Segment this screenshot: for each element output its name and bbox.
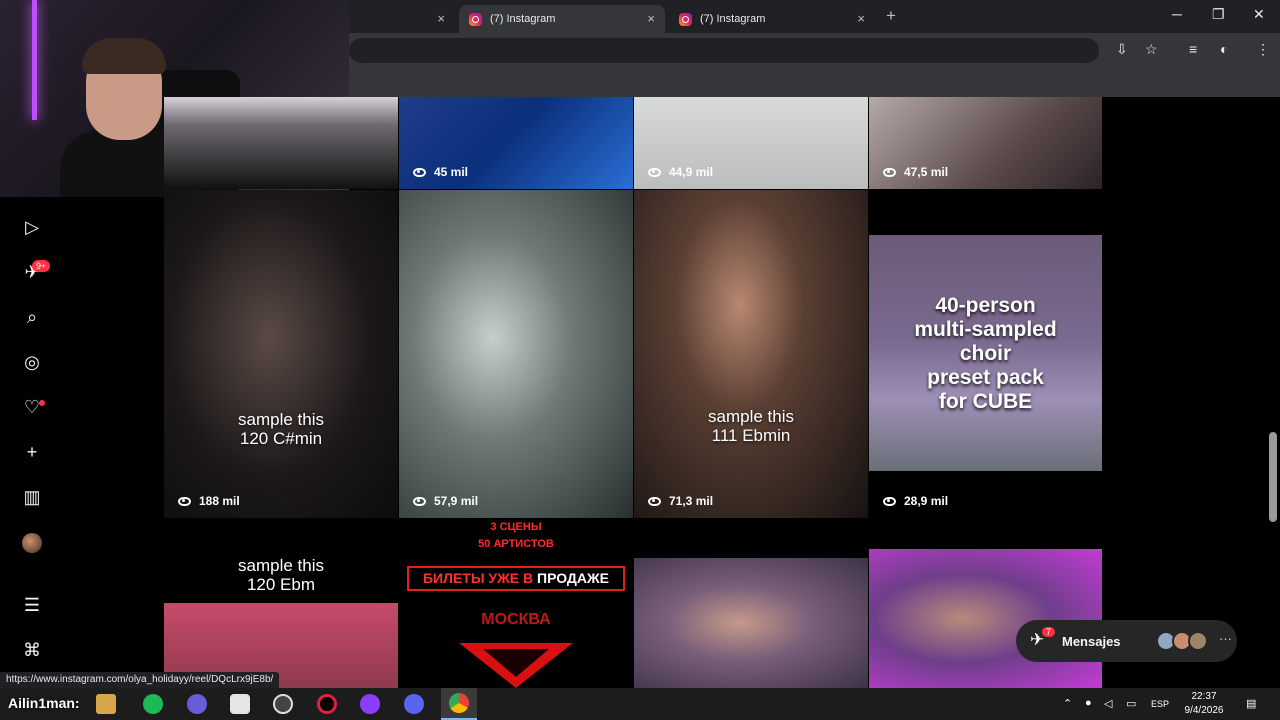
view-count: 57,9 mil [413,494,478,508]
messages-button[interactable]: ✈ 7 Mensajes ··· [1016,620,1237,662]
tab-close-icon[interactable]: × [647,11,655,26]
view-count: 47,5 mil [883,165,948,179]
view-count: 188 mil [178,494,240,508]
reel-tile[interactable]: sample this 120 Ebm [164,519,398,688]
profile-avatar[interactable] [22,533,42,553]
views-eye-icon [883,496,896,506]
views-eye-icon [648,167,661,177]
tab-instagram-1[interactable]: (7) Instagram × [459,5,665,33]
streamer-hair [82,38,166,74]
spotify-icon[interactable] [143,694,163,714]
concert-promo-text: 3 СЦЕНЫ 50 АРТИСТОВ [478,521,554,550]
reel-tile[interactable] [869,519,1102,688]
network-icon[interactable]: ▭ [1126,697,1136,710]
discord-icon[interactable] [404,694,424,714]
view-count: 44,9 mil [648,165,713,179]
reel-tile[interactable]: 45 mil [399,97,633,189]
notification-badge: 9+ [32,260,51,272]
reel-tile[interactable]: sample this 120 C#min 188 mil [164,190,398,518]
bookmark-star-icon[interactable]: ☆ [1145,41,1158,58]
create-plus-icon[interactable]: + [20,440,44,464]
clock[interactable]: 22:37 9/4/2026 [1176,690,1232,718]
unread-dot [39,400,45,406]
status-url: https://www.instagram.com/olya_holidayy/… [0,672,280,688]
media-control-icon[interactable]: ≡ [1189,41,1197,57]
city-label: МОСКВА [481,611,551,628]
more-dots-icon: ··· [1219,631,1232,646]
tickets-banner: БИЛЕТЫ УЖЕ В ПРОДАЖЕ [407,566,625,591]
install-app-icon[interactable]: ⇩ [1116,41,1128,58]
screen: × (7) Instagram × (7) Instagram × + ─ ❐ … [0,0,1280,720]
instagram-favicon-icon [469,12,482,26]
notifications-center-icon[interactable]: ▤ [1246,697,1256,710]
reel-tile[interactable]: 40-person multi-sampled choir preset pac… [869,190,1102,518]
reel-tile[interactable]: 3 СЦЕНЫ 50 АРТИСТОВ БИЛЕТЫ УЖЕ В ПРОДАЖЕ… [399,519,633,688]
instagram-sidebar: ▷ ✈ 9+ ⌕ ◎ ♡ + ▥ ☰ ⌘ [0,197,64,688]
messages-label: Mensajes [1062,634,1121,649]
tab-instagram-2[interactable]: (7) Instagram × [669,5,875,33]
app-icon[interactable] [187,694,207,714]
also-from-meta-icon[interactable]: ⌘ [20,638,44,662]
reel-tile[interactable]: 44,9 mil [634,97,868,189]
notifications-heart-icon[interactable]: ♡ [20,395,44,419]
tab-close-icon[interactable]: × [437,11,445,26]
reel-tile[interactable]: 57,9 mil [399,190,633,518]
reels-icon[interactable]: ▷ [20,215,44,239]
volume-icon[interactable]: ◁ [1104,697,1112,710]
profile-icon[interactable]: ◐ [1220,41,1228,57]
neon-light [32,0,37,120]
red-triangle-graphic [459,643,573,688]
canva-icon[interactable] [360,694,380,714]
chrome-icon [449,693,469,713]
views-eye-icon [178,496,191,506]
views-eye-icon [413,496,426,506]
scrollbar-thumb[interactable] [1269,432,1277,522]
language-indicator[interactable]: ESP [1151,699,1169,709]
search-icon[interactable]: ⌕ [20,305,44,329]
reel-thumbnail [634,558,868,688]
opera-gx-icon[interactable] [317,694,337,714]
reel-caption: sample this 120 Ebm [238,556,324,594]
tab-close-icon[interactable]: × [857,11,865,26]
views-eye-icon [648,496,661,506]
restore-button[interactable]: ❐ [1212,6,1225,23]
obs-icon[interactable] [273,694,293,714]
more-menu-icon[interactable]: ☰ [20,593,44,617]
reel-caption: sample this 111 Ebmin [708,407,794,445]
capcut-icon[interactable] [230,694,250,714]
reel-caption: sample this 120 C#min [238,410,324,448]
reel-caption: 40-person multi-sampled choir preset pac… [914,294,1057,413]
messages-badge: 7 [1042,627,1056,637]
minimize-button[interactable]: ─ [1172,6,1182,22]
views-eye-icon [883,167,896,177]
reel-tile[interactable] [164,97,398,189]
tab-label: (7) Instagram [490,13,556,25]
reels-grid: 45 mil 44,9 mil 47,5 mil sample this 120… [164,97,1102,688]
explore-compass-icon[interactable]: ◎ [20,350,44,374]
views-eye-icon [413,167,426,177]
dashboard-icon[interactable]: ▥ [20,485,44,509]
reel-thumbnail [869,549,1102,688]
new-tab-button[interactable]: + [886,6,896,26]
reel-tile[interactable] [634,519,868,688]
close-window-button[interactable]: ✕ [1253,6,1265,23]
page-scrollbar[interactable] [1266,97,1280,688]
view-count: 45 mil [413,165,468,179]
tray-overflow-icon[interactable]: ⌃ [1063,697,1072,710]
omnibox-input[interactable] [349,38,1099,63]
chrome-taskbar-active[interactable] [441,688,477,720]
reel-tile[interactable]: sample this 111 Ebmin 71,3 mil [634,190,868,518]
reel-tile[interactable]: 47,5 mil [869,97,1102,189]
microphone-icon[interactable]: ● [1085,697,1092,709]
contact-avatar [1188,631,1208,651]
view-count: 28,9 mil [883,494,948,508]
view-count: 71,3 mil [648,494,713,508]
tab-previous[interactable]: × [349,5,455,33]
stream-overlay-name: Ailin1man: [8,695,80,711]
tab-label: (7) Instagram [700,13,766,25]
file-explorer-icon[interactable] [96,694,116,714]
menu-dots-icon[interactable]: ⋮ [1256,41,1270,58]
instagram-favicon-icon [679,12,692,26]
windows-taskbar: Ailin1man: ⌃ ● ◁ ▭ ESP 22:37 9/4/2026 ▤ [0,688,1280,720]
